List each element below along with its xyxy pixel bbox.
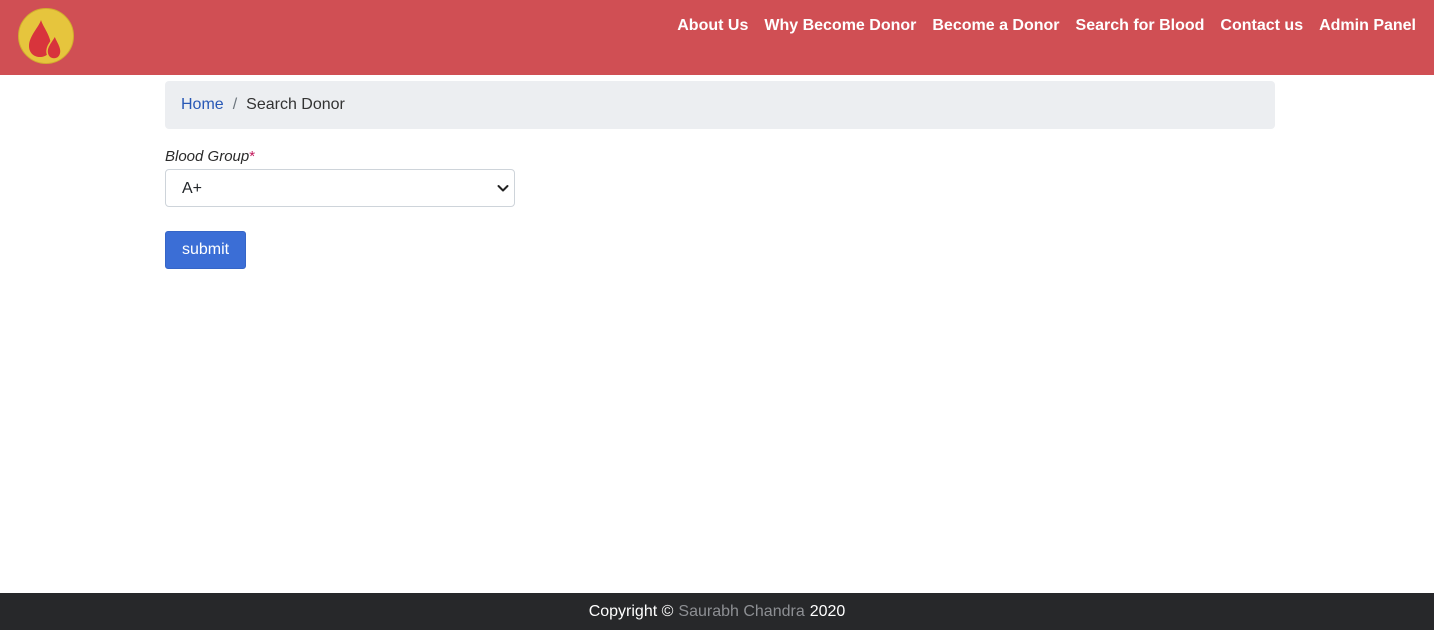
required-marker: * xyxy=(249,148,256,165)
top-navbar: About Us Why Become Donor Become a Donor… xyxy=(0,0,1434,75)
nav-become-a-donor[interactable]: Become a Donor xyxy=(932,15,1059,37)
breadcrumb-separator: / xyxy=(232,96,238,113)
submit-button[interactable]: submit xyxy=(165,231,246,269)
blood-group-select[interactable]: A+ xyxy=(165,169,515,207)
search-donor-form: Blood Group* A+ submit xyxy=(165,146,515,269)
copyright-prefix: Copyright © xyxy=(588,602,674,620)
footer-author: Saurabh Chandra xyxy=(678,602,805,620)
nav-search-for-blood[interactable]: Search for Blood xyxy=(1076,15,1205,37)
nav-about-us[interactable]: About Us xyxy=(677,15,748,37)
main-nav: About Us Why Become Donor Become a Donor… xyxy=(677,15,1416,37)
breadcrumb: Home / Search Donor xyxy=(165,81,1275,129)
page: About Us Why Become Donor Become a Donor… xyxy=(0,0,1434,630)
footer: Copyright © Saurabh Chandra 2020 xyxy=(0,593,1434,630)
breadcrumb-current-page: Search Donor xyxy=(246,96,345,113)
copyright-year: 2020 xyxy=(809,602,846,620)
nav-contact-us[interactable]: Contact us xyxy=(1220,15,1303,37)
nav-why-become-donor[interactable]: Why Become Donor xyxy=(764,15,916,37)
blood-group-select-wrapper: A+ xyxy=(165,169,515,207)
blood-group-label: Blood Group* xyxy=(165,146,515,168)
blood-drops-icon xyxy=(29,20,62,60)
nav-admin-panel[interactable]: Admin Panel xyxy=(1319,15,1416,37)
blood-group-label-text: Blood Group xyxy=(165,148,250,165)
breadcrumb-home-link[interactable]: Home xyxy=(181,96,224,114)
logo[interactable] xyxy=(18,8,74,64)
